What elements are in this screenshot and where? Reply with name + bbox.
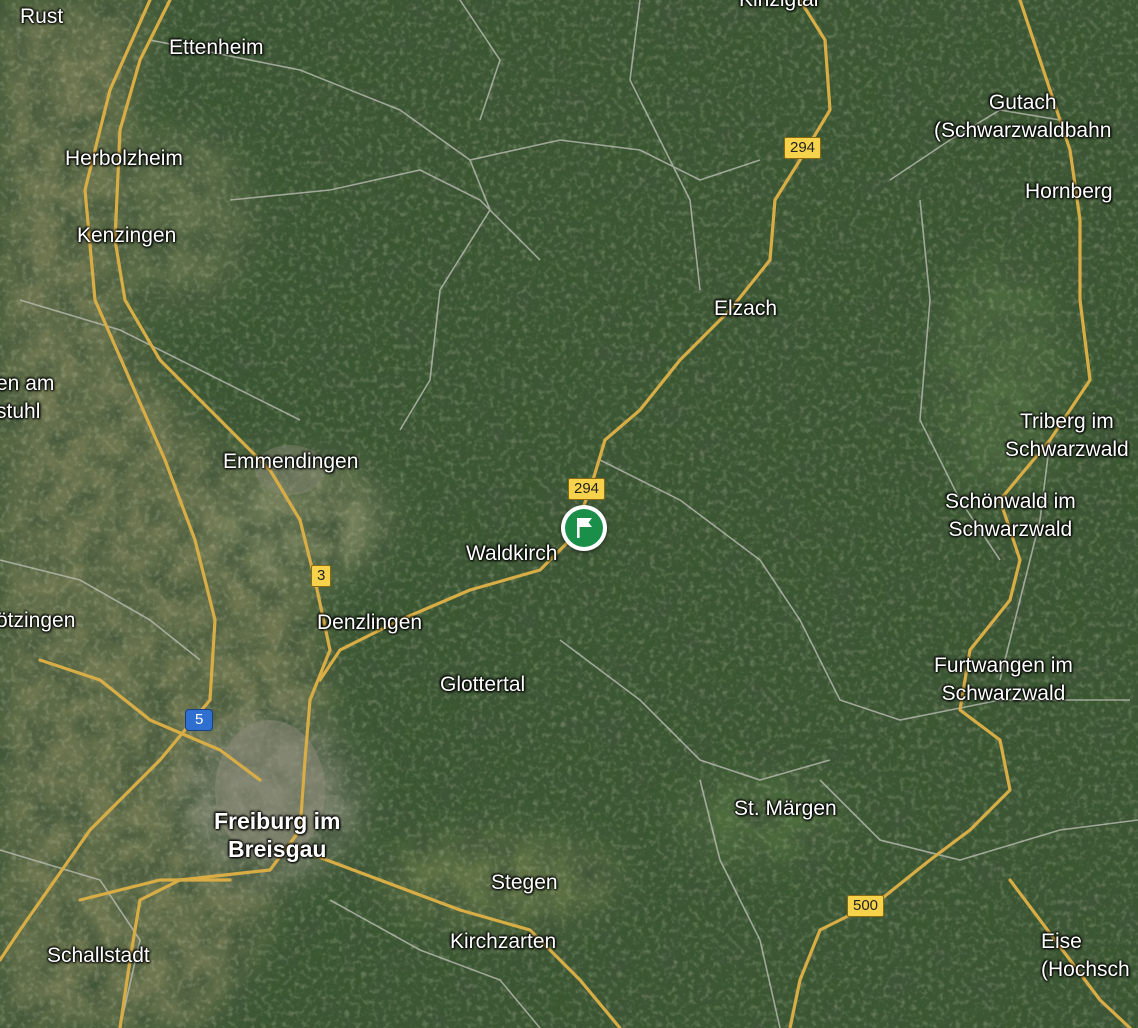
place-label-kenzingen: Kenzingen (77, 224, 177, 247)
road-shield-a5: 5 (185, 709, 214, 731)
place-label-elzach: Elzach (714, 297, 778, 320)
location-marker[interactable] (561, 505, 607, 551)
place-label-kirchzarten: Kirchzarten (450, 930, 557, 953)
satellite-map[interactable]: Rust Ettenheim Kinzigtal Herbolzheim Ken… (0, 0, 1138, 1028)
marker-badge (565, 509, 603, 547)
flag-icon (577, 518, 592, 538)
place-label-gutach: Gutach (Schwarzwaldbahn (934, 91, 1112, 142)
place-label-endingen: en am stuhl (0, 372, 55, 423)
place-label-st-maergen: St. Märgen (734, 797, 837, 820)
place-label-emmendingen: Emmendingen (223, 450, 359, 473)
road-shield-b294-waldkirch: 294 (568, 478, 606, 500)
place-label-hornberg: Hornberg (1025, 180, 1113, 203)
road-shield-b294-north: 294 (784, 137, 822, 159)
place-label-rust: Rust (20, 5, 64, 28)
place-label-glottertal: Glottertal (440, 673, 526, 696)
place-label-ettenheim: Ettenheim (169, 36, 264, 59)
place-label-kinzigtal: Kinzigtal (739, 0, 818, 14)
place-label-stegen: Stegen (491, 871, 558, 894)
place-label-schallstadt: Schallstadt (47, 944, 150, 967)
place-label-schoenwald: Schönwald im Schwarzwald (945, 490, 1076, 541)
place-label-triberg: Triberg im Schwarzwald (1005, 410, 1129, 461)
road-shield-b500: 500 (847, 895, 885, 917)
place-label-furtwangen: Furtwangen im Schwarzwald (934, 654, 1073, 705)
place-label-freiburg: Freiburg im Breisgau (214, 808, 341, 862)
place-label-waldkirch: Waldkirch (466, 542, 558, 565)
place-label-denzlingen: Denzlingen (317, 611, 423, 634)
place-label-gottenheim: ötzingen (0, 609, 76, 632)
place-label-herbolzheim: Herbolzheim (65, 147, 183, 170)
place-label-eisenbach: Eise (Hochsch (1041, 930, 1130, 981)
road-shield-b3: 3 (311, 565, 332, 587)
